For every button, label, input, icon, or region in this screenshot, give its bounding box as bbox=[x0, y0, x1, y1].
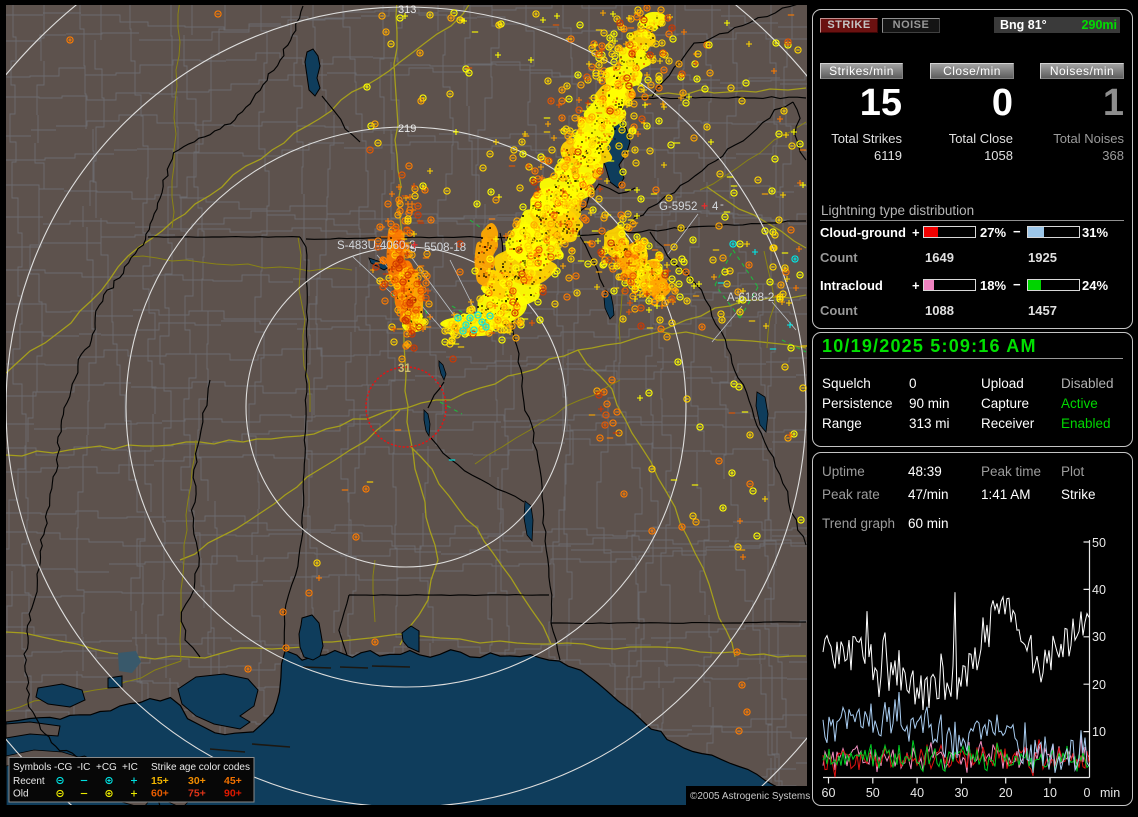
svg-text:20: 20 bbox=[1092, 678, 1106, 692]
svg-text:50: 50 bbox=[866, 786, 880, 800]
svg-text:10: 10 bbox=[1043, 786, 1057, 800]
svg-text:10: 10 bbox=[1092, 725, 1106, 739]
svg-text:30: 30 bbox=[954, 786, 968, 800]
svg-text:60: 60 bbox=[822, 786, 836, 800]
svg-text:min: min bbox=[1100, 786, 1120, 800]
svg-text:40: 40 bbox=[910, 786, 924, 800]
svg-text:30: 30 bbox=[1092, 630, 1106, 644]
svg-text:20: 20 bbox=[999, 786, 1013, 800]
svg-text:0: 0 bbox=[1084, 786, 1091, 800]
svg-text:40: 40 bbox=[1092, 583, 1106, 597]
svg-text:50: 50 bbox=[1092, 536, 1106, 550]
